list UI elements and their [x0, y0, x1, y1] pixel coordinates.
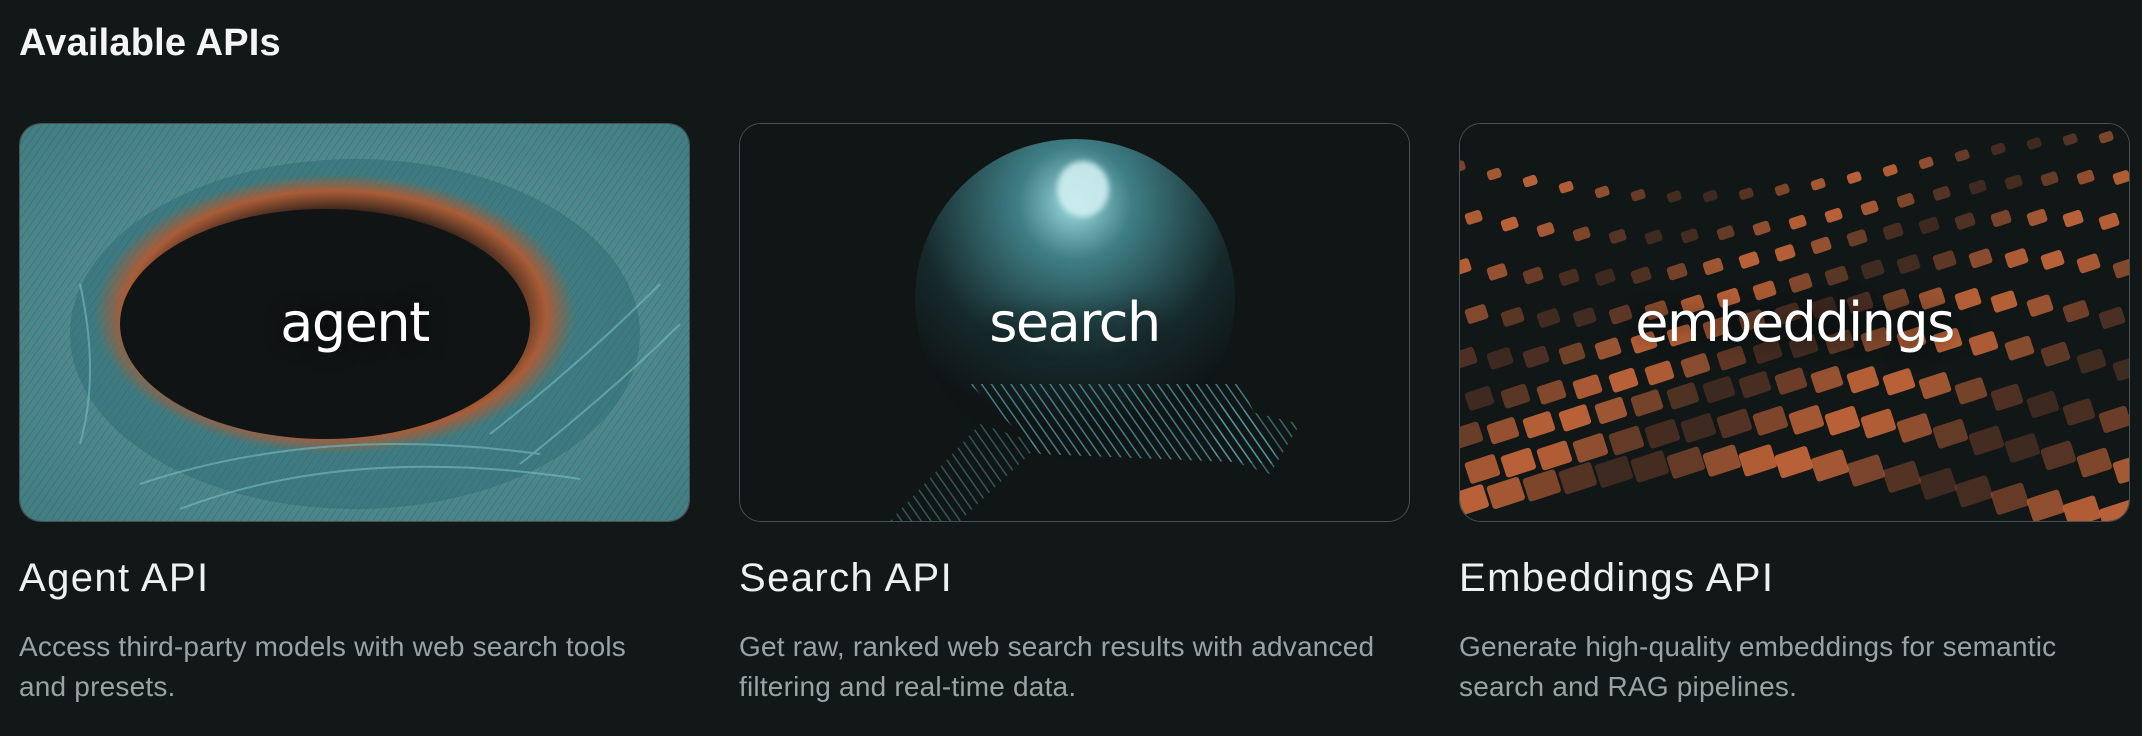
- agent-api-title[interactable]: Agent API: [19, 556, 210, 601]
- embeddings-artwork: [1460, 124, 2129, 521]
- embeddings-thumbnail[interactable]: embeddings: [1459, 123, 2130, 522]
- agent-artwork: [20, 124, 689, 521]
- embeddings-api-description: Generate high-quality embeddings for sem…: [1459, 631, 2057, 702]
- agent-api-description: Access third-party models with web searc…: [19, 631, 626, 702]
- search-thumbnail[interactable]: search: [739, 123, 1410, 522]
- search-artwork: [740, 124, 1409, 521]
- search-api-title[interactable]: Search API: [739, 556, 953, 601]
- embeddings-api-title[interactable]: Embeddings API: [1459, 556, 1774, 601]
- api-card-agent[interactable]: agent Agent API Access third-party model…: [19, 0, 690, 736]
- api-card-search[interactable]: search Search API Get raw, ranked web se…: [739, 0, 1410, 736]
- api-card-embeddings[interactable]: embeddings Embeddings API Generate high-…: [1459, 0, 2130, 736]
- search-api-description: Get raw, ranked web search results with …: [739, 631, 1375, 702]
- agent-thumbnail[interactable]: agent: [19, 123, 690, 522]
